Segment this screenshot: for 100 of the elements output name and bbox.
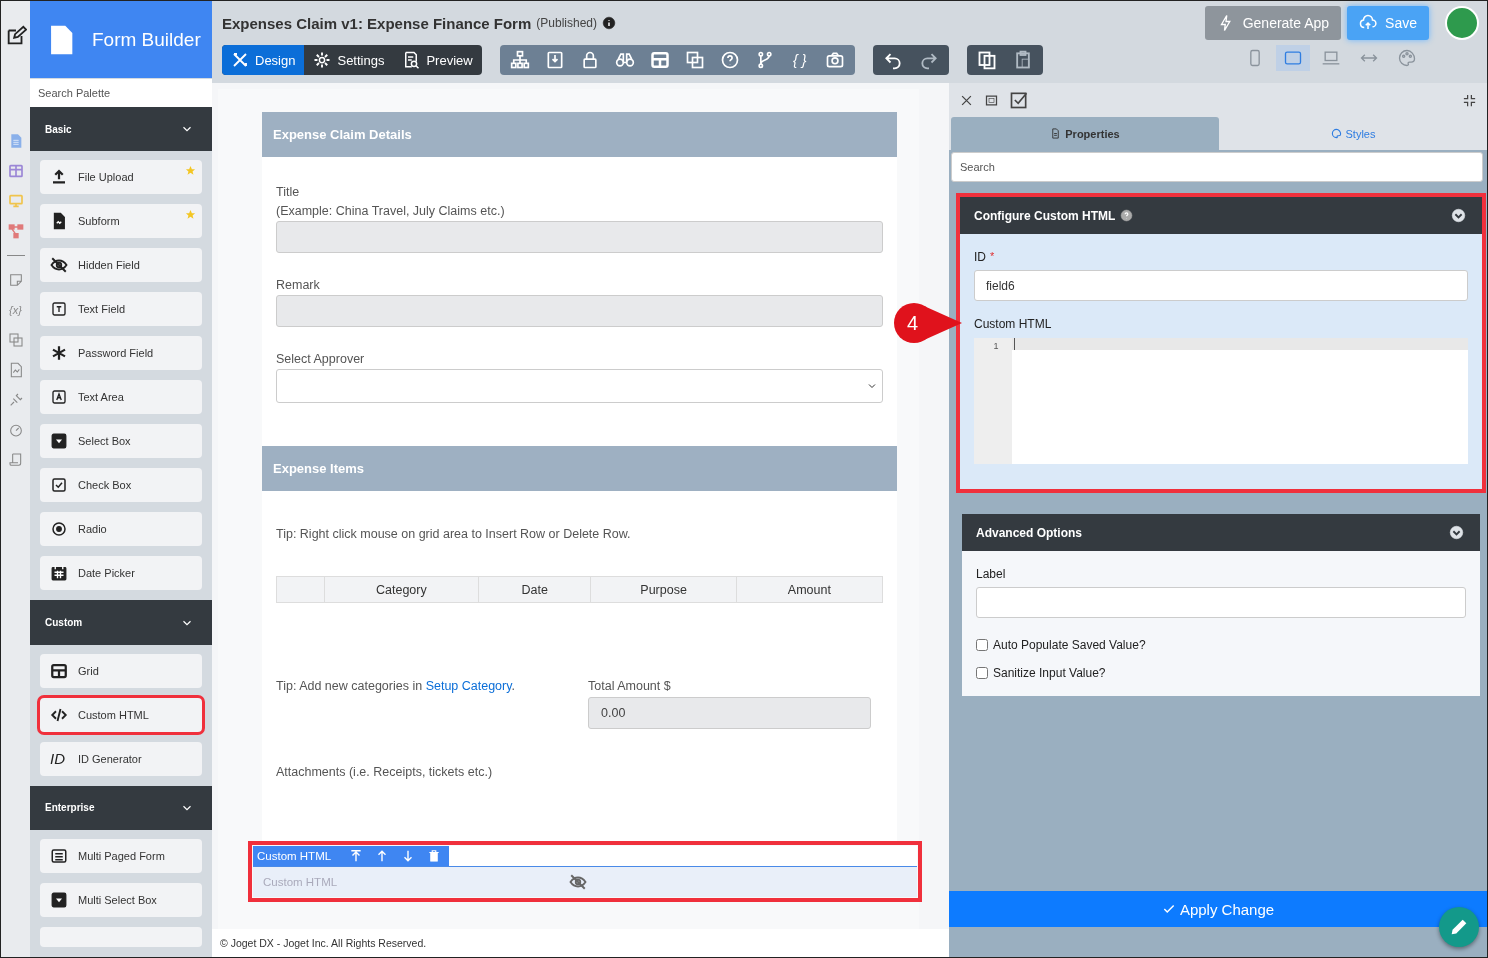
help-icon[interactable] bbox=[1120, 209, 1134, 222]
calendar-icon bbox=[50, 564, 68, 583]
palette-item[interactable]: Multi Select Box bbox=[40, 883, 202, 917]
flow-icon[interactable] bbox=[7, 223, 24, 239]
mode-tab[interactable]: Settings bbox=[304, 45, 394, 75]
setup-category-link[interactable]: Setup Category bbox=[425, 679, 512, 693]
checkbox[interactable] bbox=[976, 667, 988, 679]
translate-icon[interactable] bbox=[7, 332, 24, 348]
custom-html-element[interactable]: Custom HTML Custom HTML bbox=[248, 841, 922, 902]
palette-item[interactable]: Text Field bbox=[40, 292, 202, 327]
dropdown-icon bbox=[50, 891, 68, 909]
palette-item-label: Hidden Field bbox=[78, 259, 140, 272]
status-label: (Published) bbox=[536, 16, 597, 30]
text-area-icon bbox=[50, 388, 68, 407]
palette-item-label: Text Field bbox=[78, 303, 126, 316]
copy-icon[interactable] bbox=[976, 50, 997, 70]
panel-icon[interactable] bbox=[984, 92, 999, 108]
palette-item[interactable]: Subform bbox=[40, 204, 202, 239]
remark-field[interactable] bbox=[276, 295, 883, 327]
palette-item[interactable]: Multi Paged Form bbox=[40, 839, 202, 873]
search-field[interactable]: Search Palette bbox=[30, 79, 212, 107]
text-field-icon bbox=[50, 300, 68, 319]
section-title: Enterprise bbox=[45, 802, 95, 814]
move-top-icon[interactable] bbox=[349, 849, 364, 863]
palette-item[interactable]: Date Picker bbox=[40, 556, 202, 591]
section-header[interactable]: Enterprise bbox=[30, 785, 212, 830]
palette-icon bbox=[1330, 128, 1342, 139]
column-header: Category bbox=[323, 577, 478, 602]
checkbox[interactable] bbox=[976, 639, 988, 651]
palette-item[interactable]: Text Area bbox=[40, 380, 202, 415]
palette-item[interactable]: Select Box bbox=[40, 424, 202, 459]
grid-table[interactable]: Category Date Purpose Amount bbox=[276, 576, 883, 603]
note-icon[interactable] bbox=[7, 272, 24, 288]
grid-tip: Tip: Right click mouse on grid area to Insert Row or Delete Row. bbox=[276, 527, 632, 541]
tablet-icon[interactable] bbox=[1276, 45, 1310, 71]
palette-item[interactable]: Radio bbox=[40, 512, 202, 547]
mode-tab[interactable]: Design bbox=[222, 45, 305, 75]
palette-item-label: Multi Select Box bbox=[78, 894, 157, 906]
palette-item-label: Text Area bbox=[78, 391, 124, 404]
title-field[interactable] bbox=[276, 221, 883, 253]
search-field[interactable]: Search bbox=[951, 152, 1483, 182]
palette-item[interactable]: File Upload bbox=[40, 160, 202, 195]
gauge-icon[interactable] bbox=[7, 422, 24, 438]
info-icon[interactable] bbox=[602, 16, 616, 30]
label-field[interactable] bbox=[976, 587, 1466, 618]
sitemap-icon[interactable] bbox=[509, 50, 530, 70]
palette-item-label: Check Box bbox=[78, 479, 132, 492]
properties-tab[interactable]: Properties bbox=[951, 117, 1219, 150]
table-icon[interactable] bbox=[649, 50, 670, 70]
camera-icon[interactable] bbox=[824, 50, 845, 70]
checkbox-label: Auto Populate Saved Value? bbox=[993, 638, 1146, 652]
cloud-upload-icon bbox=[1359, 14, 1378, 32]
compress-icon[interactable] bbox=[1462, 92, 1477, 108]
total-field: 0.00 bbox=[588, 697, 871, 729]
palette-item[interactable]: Check Box bbox=[40, 468, 202, 503]
checkbox-label: Sanitize Input Value? bbox=[993, 666, 1106, 680]
palette-item-label: File Upload bbox=[78, 171, 134, 184]
code-editor[interactable]: 1 bbox=[974, 338, 1468, 464]
translate-icon[interactable] bbox=[684, 50, 705, 70]
palette-item-label: Date Picker bbox=[78, 567, 135, 580]
avatar[interactable] bbox=[1445, 6, 1479, 40]
trash-icon[interactable] bbox=[427, 849, 442, 863]
apply-change-button[interactable]: Apply Change bbox=[949, 891, 1487, 927]
line-number: 1 bbox=[993, 341, 999, 351]
app-title: Form Builder bbox=[92, 28, 201, 51]
element-label: Custom HTML bbox=[257, 850, 332, 862]
field-label: Select Approver bbox=[276, 352, 366, 366]
palette-item[interactable]: Hidden Field bbox=[40, 248, 202, 283]
chevron-icon[interactable] bbox=[1451, 208, 1466, 223]
palette-item[interactable]: Password Field bbox=[40, 336, 202, 371]
binoculars-icon[interactable] bbox=[614, 50, 635, 70]
field-hint: (Example: China Travel, July Claims etc.) bbox=[276, 204, 506, 218]
scroll-icon[interactable] bbox=[7, 452, 24, 468]
panel-title: Configure Custom HTML bbox=[974, 208, 1116, 223]
mode-tab[interactable]: Preview bbox=[393, 45, 482, 75]
form-title: Expenses Claim v1: Expense Finance Form bbox=[222, 14, 532, 32]
section-header[interactable]: Custom bbox=[30, 600, 212, 645]
palette-item[interactable]: ID ID Generator bbox=[40, 741, 202, 776]
dropdown-icon bbox=[50, 432, 68, 451]
braces-icon[interactable]: { } bbox=[789, 52, 810, 68]
list-icon bbox=[50, 847, 68, 865]
palette-item[interactable]: Grid bbox=[40, 653, 202, 688]
checkbox-icon[interactable] bbox=[1009, 90, 1029, 110]
tip-text: Tip: Add new categories in Setup Category. bbox=[276, 679, 516, 695]
panel-title: Advanced Options bbox=[976, 525, 1082, 540]
grid-icon bbox=[50, 661, 68, 680]
palette-item[interactable]: Custom HTML bbox=[40, 697, 202, 732]
field-label: Total Amount $ bbox=[588, 679, 672, 693]
table-icon[interactable] bbox=[7, 163, 24, 179]
element-placeholder: Custom HTML bbox=[263, 876, 338, 888]
palette-item-label: Subform bbox=[78, 215, 120, 228]
column-header: Date bbox=[478, 577, 591, 602]
section-header[interactable]: Basic bbox=[30, 107, 212, 152]
chevron-icon[interactable] bbox=[1449, 525, 1464, 540]
section-title: Basic bbox=[45, 123, 72, 135]
palette-item-label: Password Field bbox=[78, 347, 154, 360]
design-icon bbox=[231, 51, 249, 69]
id-field[interactable]: field6 bbox=[974, 270, 1468, 301]
required-mark: * bbox=[990, 250, 995, 264]
field-label: Attachments (i.e. Receipts, tickets etc.) bbox=[276, 765, 494, 779]
